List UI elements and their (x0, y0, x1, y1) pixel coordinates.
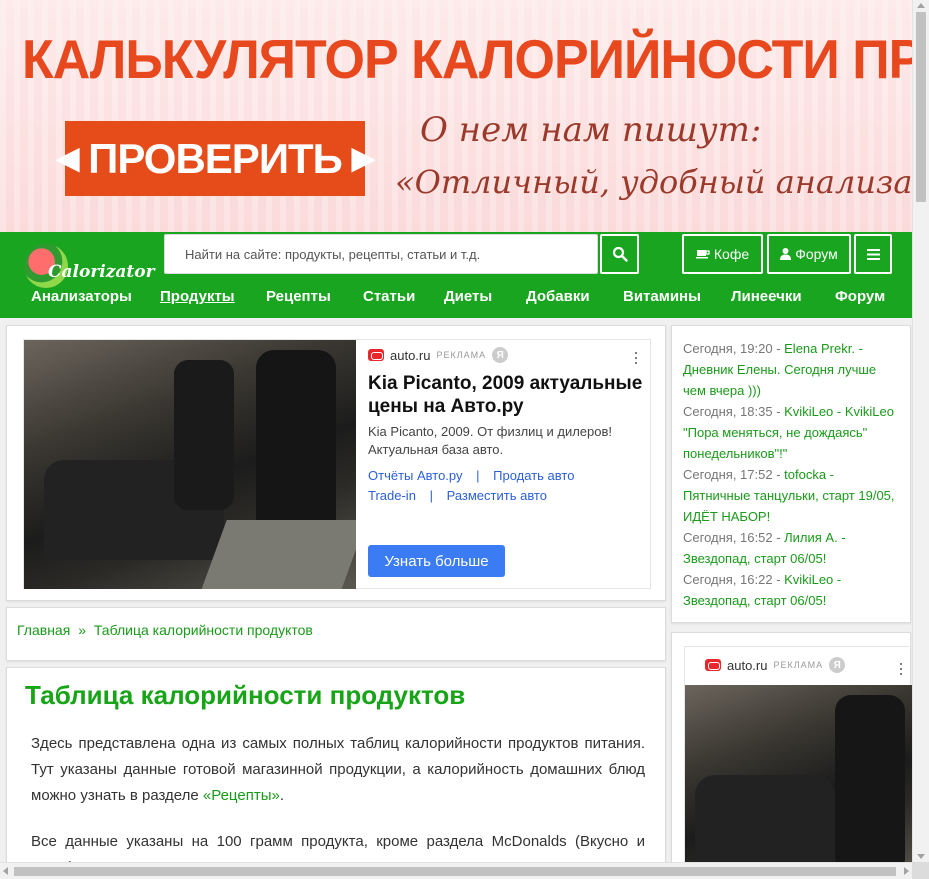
activity-time: Сегодня, 16:52 - (683, 530, 785, 545)
ad-block: auto.ru РЕКЛАМА Я · · · Kia Picanto, 2009 … (6, 325, 666, 601)
scroll-up-icon[interactable] (917, 3, 925, 8)
ad-link-separator: | (476, 468, 480, 483)
banner-quote-text: «Отличный, удобный анализатор» (395, 163, 912, 201)
ad-car-image[interactable] (24, 340, 356, 589)
yandex-icon[interactable]: Я (829, 657, 846, 673)
activity-item: Сегодня, 16:52 - Лилия А. - Звездопад, с… (683, 527, 900, 569)
activity-item: Сегодня, 18:35 - KvikiLeo - KvikiLeo "По… (683, 401, 900, 464)
intro-text: Здесь представлена одна из самых полных … (31, 735, 645, 804)
coffee-cup-icon (695, 250, 710, 259)
nav-supplements[interactable]: Добавки (526, 288, 590, 305)
side-ad-block: auto.ru РЕКЛАМА Я · · · (671, 632, 913, 879)
nav-articles[interactable]: Статьи (363, 288, 415, 305)
ad-link-separator: | (429, 488, 433, 503)
ad-brand-row: auto.ru РЕКЛАМА Я (368, 347, 509, 363)
arrow-right-icon: ▶ (351, 142, 375, 175)
recipes-link[interactable]: «Рецепты» (203, 787, 280, 804)
banner-button-label: ПРОВЕРИТЬ (88, 134, 343, 182)
nav-vitamins[interactable]: Витамины (623, 288, 701, 305)
logo-text: Calorizator (48, 262, 155, 282)
scroll-left-icon[interactable] (3, 867, 8, 875)
menu-button[interactable] (854, 234, 892, 274)
scroll-down-icon[interactable] (917, 854, 925, 859)
breadcrumb: Главная » Таблица калорийности продуктов (6, 607, 666, 661)
ad-links: Отчёты Авто.ру | Продать авто Trade-in |… (368, 466, 648, 506)
horizontal-scrollbar[interactable] (0, 862, 912, 879)
scroll-right-icon[interactable] (904, 867, 909, 875)
horizontal-scroll-thumb[interactable] (14, 867, 896, 876)
main-nav: Анализаторы Продукты Рецепты Статьи Диет… (0, 284, 912, 314)
ad-content[interactable]: auto.ru РЕКЛАМА Я · · · Kia Picanto, 2009 … (23, 339, 651, 589)
main-article: Таблица калорийности продуктов Здесь пре… (6, 667, 666, 879)
breadcrumb-separator: » (78, 622, 86, 638)
coffee-button[interactable]: Кофе (682, 234, 763, 274)
side-ad-content[interactable]: auto.ru РЕКЛАМА Я · · · (684, 646, 913, 879)
activity-time: Сегодня, 16:22 - (683, 572, 785, 587)
side-ad-brand-row: auto.ru РЕКЛАМА Я (705, 657, 846, 673)
activity-time: Сегодня, 18:35 - (683, 404, 785, 419)
yandex-icon[interactable]: Я (492, 347, 509, 363)
car-seat-shape (835, 695, 905, 875)
coffee-button-label: Кофе (713, 246, 750, 262)
hamburger-menu-icon (866, 248, 880, 260)
side-ad-brand-name[interactable]: auto.ru (727, 658, 767, 673)
top-banner[interactable]: КАЛЬКУЛЯТОР КАЛОРИЙНОСТИ ПРОДУКТОВ ◀ ПРО… (0, 0, 912, 232)
search-icon (612, 246, 628, 262)
vertical-scroll-thumb[interactable] (916, 12, 926, 202)
scrollbar-corner (912, 862, 929, 879)
ad-link-trade-in[interactable]: Trade-in (368, 488, 416, 503)
car-seat-shape (174, 360, 234, 510)
autoru-logo-icon (368, 349, 384, 361)
activity-item: Сегодня, 16:22 - KvikiLeo - Звездопад, с… (683, 569, 900, 611)
breadcrumb-current[interactable]: Таблица калорийности продуктов (94, 622, 313, 638)
banner-check-button[interactable]: ◀ ПРОВЕРИТЬ ▶ (56, 121, 375, 196)
forum-button[interactable]: Форум (767, 234, 851, 274)
nav-rulers[interactable]: Линеечки (731, 288, 802, 305)
forum-button-label: Форум (795, 246, 838, 262)
ad-brand-name[interactable]: auto.ru (390, 348, 430, 363)
page-title: Таблица калорийности продуктов (25, 680, 466, 710)
side-ad-label: РЕКЛАМА (773, 660, 824, 670)
nav-analyzers[interactable]: Анализаторы (31, 288, 132, 305)
breadcrumb-home[interactable]: Главная (17, 622, 70, 638)
car-floor-mat-shape (201, 520, 356, 589)
arrow-left-icon: ◀ (56, 142, 79, 175)
ad-link-place[interactable]: Разместить авто (447, 488, 547, 503)
activity-item: Сегодня, 17:52 - tofocka - Пятничные тан… (683, 464, 900, 527)
more-options-icon[interactable]: · · · (633, 343, 639, 371)
user-icon (780, 248, 792, 260)
intro-paragraph: Здесь представлена одна из самых полных … (25, 731, 647, 809)
ad-learn-more-button[interactable]: Узнать больше (368, 545, 505, 577)
banner-quote-heading: О нем нам пишут: (420, 110, 762, 150)
nav-diets[interactable]: Диеты (444, 288, 492, 305)
nav-products[interactable]: Продукты (160, 288, 235, 305)
ad-link-sell[interactable]: Продать авто (493, 468, 574, 483)
ad-link-reports[interactable]: Отчёты Авто.ру (368, 468, 463, 483)
ad-description: Kia Picanto, 2009. От физлиц и дилеров! … (368, 424, 612, 457)
nav-forum[interactable]: Форум (835, 288, 885, 305)
activity-time: Сегодня, 19:20 - (683, 341, 785, 356)
search-button[interactable] (600, 234, 639, 274)
nav-recipes[interactable]: Рецепты (266, 288, 331, 305)
banner-title: КАЛЬКУЛЯТОР КАЛОРИЙНОСТИ ПРОДУКТОВ (22, 29, 912, 91)
side-ad-car-image[interactable] (685, 685, 913, 879)
site-search-input[interactable] (164, 234, 598, 274)
activity-time: Сегодня, 17:52 - (683, 467, 785, 482)
ad-title[interactable]: Kia Picanto, 2009 актуальные цены на Авт… (368, 372, 648, 418)
recent-activity-panel: Сегодня, 19:20 - Elena Prekr. - Дневник … (671, 325, 911, 623)
more-options-icon[interactable]: · · · (898, 654, 904, 682)
activity-item: Сегодня, 19:20 - Elena Prekr. - Дневник … (683, 338, 900, 401)
site-header: Calorizator Кофе Форум Анализаторы Проду… (0, 232, 912, 318)
ad-label: РЕКЛАМА (436, 350, 487, 360)
intro-end: . (279, 787, 284, 804)
autoru-logo-icon (705, 659, 721, 671)
vertical-scrollbar[interactable] (912, 0, 929, 862)
